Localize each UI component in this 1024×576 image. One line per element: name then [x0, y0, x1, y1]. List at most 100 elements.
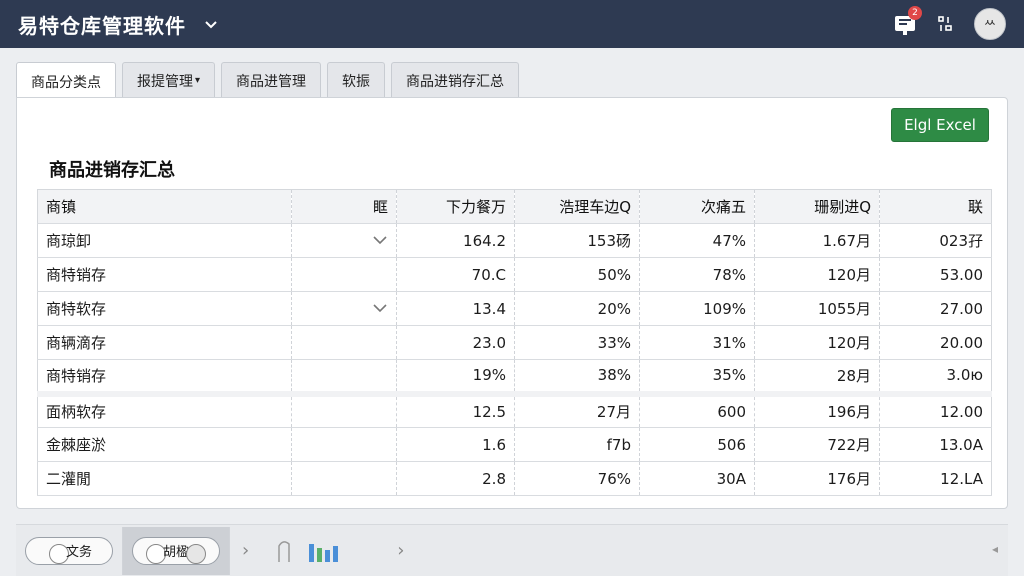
- row-expand-cell: [291, 390, 397, 428]
- table-cell: 27月: [514, 390, 640, 428]
- avatar[interactable]: ᄊ: [974, 8, 1006, 40]
- column-header[interactable]: 浩理车边Q: [514, 189, 640, 224]
- table-cell: f7b: [514, 427, 640, 462]
- caret-down-icon: ▾: [195, 75, 201, 86]
- column-header[interactable]: 眶: [291, 189, 397, 224]
- column-header[interactable]: 次痛五: [639, 189, 755, 224]
- table-cell: 13.4: [396, 291, 515, 326]
- table-cell: 722月: [754, 427, 880, 462]
- table-cell: 28月: [754, 359, 880, 394]
- toggle-switch-1[interactable]: 文务: [25, 536, 113, 565]
- row-expand-cell: [291, 359, 397, 394]
- chevron-right-icon[interactable]: ›: [242, 540, 249, 561]
- table-cell: 33%: [514, 325, 640, 360]
- column-header[interactable]: 商镇: [37, 189, 292, 224]
- chevron-down-icon[interactable]: [372, 234, 388, 246]
- chevron-down-icon[interactable]: [372, 302, 388, 314]
- row-expand-cell: [291, 461, 397, 496]
- table-cell: 164.2: [396, 223, 515, 258]
- table-cell: 53.00: [879, 257, 992, 292]
- table-cell: 12.LA: [879, 461, 992, 496]
- row-name-cell: 商特销存: [37, 359, 292, 394]
- tab-label: 软振: [342, 73, 371, 90]
- tab-soft[interactable]: 软振: [327, 62, 386, 98]
- bottom-toolbar: 文务 胡楹 › › ◂: [16, 524, 1008, 576]
- table-row[interactable]: 商琼卸 164.2 153砀 47% 1.67月 023孖: [37, 223, 992, 258]
- table-cell: 1055月: [754, 291, 880, 326]
- table-cell: 1.67月: [754, 223, 880, 258]
- column-header[interactable]: 下力餐万: [396, 189, 515, 224]
- table-cell: 35%: [639, 359, 755, 394]
- table-cell: 1.6: [396, 427, 515, 462]
- table-cell: 70.C: [396, 257, 515, 292]
- row-name-cell: 商特销存: [37, 257, 292, 292]
- table-cell: 30A: [639, 461, 755, 496]
- toggle-label: 文务: [65, 545, 92, 560]
- chevron-right-icon[interactable]: ›: [397, 540, 404, 561]
- row-expand-cell[interactable]: [291, 223, 397, 258]
- row-expand-cell[interactable]: [291, 291, 397, 326]
- table-row[interactable]: 商辆滴存 23.0 33% 31% 120月 20.00: [37, 325, 992, 360]
- tab-category[interactable]: 商品分类点: [16, 62, 116, 100]
- notification-badge: 2: [908, 6, 922, 20]
- toggle-knob: [186, 543, 206, 564]
- toggle-group-2: 胡楹: [123, 526, 230, 575]
- table-cell: 20.00: [879, 325, 992, 360]
- table-cell: 023孖: [879, 223, 992, 258]
- settings-icon[interactable]: [936, 14, 956, 34]
- row-name-cell: 面柄软存: [37, 390, 292, 428]
- tab-label: 商品分类点: [31, 74, 101, 91]
- report-table-wrapper: 商镇 眶 下力餐万 浩理车边Q 次痛五 珊剔进Q 联 商琼卸 164.2 153砀 4…: [37, 189, 992, 496]
- table-row[interactable]: 面柄软存 12.5 27月 600 196月 12.00: [37, 390, 992, 428]
- caret-left-icon[interactable]: ◂: [992, 542, 998, 556]
- row-name-cell: 商特软存: [37, 291, 292, 326]
- row-name-cell: 商辆滴存: [37, 325, 292, 360]
- table-row[interactable]: 金棘座淤 1.6 f7b 506 722月 13.0A: [37, 427, 992, 462]
- notification-button[interactable]: 2: [892, 6, 922, 37]
- table-cell: 3.0ю: [879, 359, 992, 394]
- tab-label: 报提管理: [137, 73, 193, 90]
- row-name-cell: 金棘座淤: [37, 427, 292, 462]
- table-row[interactable]: 商特销存 70.C 50% 78% 120月 53.00: [37, 257, 992, 292]
- table-cell: 38%: [514, 359, 640, 394]
- toggle-group-1: 文务: [16, 526, 123, 575]
- table-cell: 2.8: [396, 461, 515, 496]
- table-cell: 27.00: [879, 291, 992, 326]
- tab-label: 商品进管理: [236, 73, 307, 90]
- row-expand-cell: [291, 257, 397, 292]
- table-row[interactable]: 二灌閒 2.8 76% 30A 176月 12.LA: [37, 461, 992, 496]
- table-cell: 78%: [639, 257, 755, 292]
- table-cell: 109%: [639, 291, 755, 326]
- tab-label: 商品进销存汇总: [406, 73, 505, 90]
- table-cell: 31%: [639, 325, 755, 360]
- tab-purchase-management[interactable]: 商品进管理: [221, 62, 322, 98]
- main-panel: Elgl Excel 商品进销存汇总 商镇 眶 下力餐万 浩理车边Q 次痛五 珊…: [16, 97, 1008, 509]
- table-header-row: 商镇 眶 下力餐万 浩理车边Q 次痛五 珊剔进Q 联: [37, 189, 992, 224]
- table-cell: 12.00: [879, 390, 992, 428]
- row-name-cell: 商琼卸: [37, 223, 292, 258]
- table-cell: 196月: [754, 390, 880, 428]
- report-table: 商镇 眶 下力餐万 浩理车边Q 次痛五 珊剔进Q 联 商琼卸 164.2 153砀 4…: [37, 189, 992, 496]
- table-cell: 19%: [396, 359, 515, 394]
- export-excel-button[interactable]: Elgl Excel: [891, 108, 989, 142]
- table-row[interactable]: 商特销存 19% 38% 35% 28月 3.0ю: [37, 359, 992, 394]
- toggle-switch-2[interactable]: 胡楹: [132, 536, 220, 565]
- table-cell: 600: [639, 390, 755, 428]
- table-cell: 506: [639, 427, 755, 462]
- app-title: 易特仓库管理软件: [18, 13, 186, 38]
- table-cell: 120月: [754, 257, 880, 292]
- table-row[interactable]: 商特软存 13.4 20% 109% 1055月 27.00: [37, 291, 992, 326]
- table-cell: 20%: [514, 291, 640, 326]
- report-title: 商品进销存汇总: [49, 160, 175, 181]
- tab-inventory-summary[interactable]: 商品进销存汇总: [391, 62, 520, 98]
- column-header[interactable]: 联: [879, 189, 992, 224]
- tab-report-management[interactable]: 报提管理 ▾: [122, 62, 216, 98]
- chevron-down-icon[interactable]: [204, 17, 218, 31]
- chart-icon[interactable]: [269, 536, 359, 566]
- tab-bar: 商品分类点 报提管理 ▾ 商品进管理 软振 商品进销存汇总: [16, 62, 520, 100]
- title-bar: 易特仓库管理软件 2 ᄊ: [0, 0, 1024, 48]
- table-cell: 176月: [754, 461, 880, 496]
- table-cell: 153砀: [514, 223, 640, 258]
- table-cell: 50%: [514, 257, 640, 292]
- column-header[interactable]: 珊剔进Q: [754, 189, 880, 224]
